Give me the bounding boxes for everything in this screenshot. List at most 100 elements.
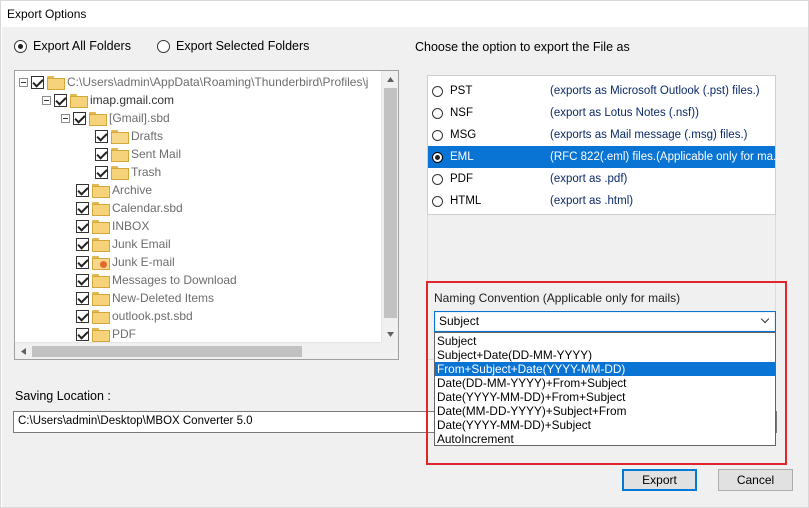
naming-option[interactable]: Date(DD-MM-YYYY)+From+Subject — [435, 376, 775, 390]
horizontal-scroll-thumb[interactable] — [32, 346, 302, 357]
chevron-down-icon[interactable] — [760, 314, 770, 324]
folder-icon — [70, 94, 88, 108]
export-format-list[interactable]: PST (exports as Microsoft Outlook (.pst)… — [427, 75, 783, 215]
tree-item[interactable]: Junk Email — [76, 235, 171, 253]
export-button[interactable]: Export — [622, 469, 697, 491]
format-description: (export as Lotus Notes (.nsf)) — [550, 107, 699, 119]
tree-item[interactable]: Archive — [76, 181, 152, 199]
folder-tree[interactable]: C:\Users\admin\AppData\Roaming\Thunderbi… — [14, 70, 399, 360]
tree-item-label: outlook.pst.sbd — [112, 309, 193, 323]
scroll-left-icon[interactable] — [15, 343, 32, 360]
format-name: EML — [450, 151, 474, 163]
radio-icon — [432, 195, 443, 207]
naming-option-highlighted[interactable]: From+Subject+Date(YYYY-MM-DD) — [435, 362, 775, 376]
tree-item[interactable]: Trash — [95, 163, 161, 181]
naming-option[interactable]: Date(YYYY-MM-DD)+Subject — [435, 418, 775, 432]
folder-icon — [92, 310, 110, 324]
naming-option[interactable]: Subject — [435, 334, 775, 348]
naming-convention-value: Subject — [439, 314, 480, 328]
tree-item-label: Junk Email — [112, 237, 171, 251]
checkbox[interactable] — [95, 129, 108, 143]
naming-option[interactable]: Date(MM-DD-YYYY)+Subject+From — [435, 404, 775, 418]
folder-icon — [92, 328, 110, 342]
radio-icon — [432, 151, 443, 163]
folder-icon — [111, 148, 129, 162]
tree-item[interactable]: New-Deleted Items — [76, 289, 214, 307]
export-selected-folders-radio[interactable]: Export Selected Folders — [157, 39, 309, 53]
checkbox[interactable] — [76, 327, 89, 341]
naming-option[interactable]: AutoIncrement — [435, 432, 775, 446]
tree-item-label: [Gmail].sbd — [109, 111, 170, 125]
format-description: (exports as Mail message (.msg) files.) — [550, 129, 748, 141]
tree-item-label: New-Deleted Items — [112, 291, 215, 305]
collapse-icon[interactable] — [42, 95, 51, 105]
format-name: MSG — [450, 129, 477, 141]
naming-convention-select[interactable]: Subject — [434, 311, 776, 332]
format-option-nsf[interactable]: NSF (export as Lotus Notes (.nsf)) — [428, 102, 775, 124]
tree-item[interactable]: imap.gmail.com — [42, 91, 174, 109]
folder-icon — [92, 274, 110, 288]
checkbox[interactable] — [95, 147, 108, 161]
format-name: PDF — [450, 173, 473, 185]
folder-icon — [92, 292, 110, 306]
radio-icon — [432, 129, 443, 141]
checkbox[interactable] — [76, 255, 89, 269]
checkbox[interactable] — [73, 111, 86, 125]
tree-item[interactable]: Drafts — [95, 127, 163, 145]
tree-item-label: C:\Users\admin\AppData\Roaming\Thunderbi… — [67, 75, 369, 89]
format-option-eml[interactable]: EML (RFC 822(.eml) files.(Applicable onl… — [428, 146, 783, 168]
cancel-button[interactable]: Cancel — [718, 469, 793, 491]
drafts-folder-icon — [111, 130, 129, 144]
export-all-folders-radio[interactable]: Export All Folders — [14, 39, 131, 53]
collapse-icon[interactable] — [61, 113, 70, 123]
format-option-msg[interactable]: MSG (exports as Mail message (.msg) file… — [428, 124, 775, 146]
checkbox[interactable] — [76, 309, 89, 323]
format-option-pst[interactable]: PST (exports as Microsoft Outlook (.pst)… — [428, 80, 775, 102]
tree-item[interactable]: Sent Mail — [95, 145, 181, 163]
naming-option[interactable]: Subject+Date(DD-MM-YYYY) — [435, 348, 775, 362]
tree-item-label: INBOX — [112, 219, 150, 233]
tree-item[interactable]: PDF — [76, 325, 136, 343]
tree-item[interactable]: C:\Users\admin\AppData\Roaming\Thunderbi… — [19, 73, 368, 91]
export-all-folders-label: Export All Folders — [33, 39, 131, 53]
checkbox[interactable] — [76, 291, 89, 305]
scroll-down-icon[interactable] — [382, 326, 399, 343]
format-option-html[interactable]: HTML (export as .html) — [428, 190, 775, 212]
naming-convention-dropdown[interactable]: Subject Subject+Date(DD-MM-YYYY) From+Su… — [434, 332, 776, 446]
scroll-up-icon[interactable] — [382, 71, 399, 88]
folder-icon — [89, 112, 107, 126]
tree-item[interactable]: [Gmail].sbd — [61, 109, 170, 127]
tree-item[interactable]: Messages to Download — [76, 271, 237, 289]
checkbox[interactable] — [95, 165, 108, 179]
tree-item[interactable]: Junk E-mail — [76, 253, 175, 271]
radio-icon — [432, 173, 443, 185]
tree-item[interactable]: outlook.pst.sbd — [76, 307, 193, 325]
tree-vertical-scrollbar[interactable] — [381, 71, 398, 343]
collapse-icon[interactable] — [19, 77, 28, 87]
naming-convention-label: Naming Convention (Applicable only for m… — [434, 291, 681, 305]
checkbox[interactable] — [76, 201, 89, 215]
folder-icon — [111, 166, 129, 180]
tree-item-label: Sent Mail — [131, 147, 182, 161]
folder-icon — [92, 220, 110, 234]
folder-icon — [47, 76, 65, 90]
naming-option[interactable]: Date(YYYY-MM-DD)+From+Subject — [435, 390, 775, 404]
folder-icon — [92, 202, 110, 216]
tree-item[interactable]: Calendar.sbd — [76, 199, 183, 217]
checkbox[interactable] — [76, 183, 89, 197]
checkbox[interactable] — [76, 237, 89, 251]
format-name: PST — [450, 85, 473, 97]
folder-icon — [92, 184, 110, 198]
vertical-scroll-thumb[interactable] — [384, 88, 397, 318]
checkbox[interactable] — [76, 273, 89, 287]
tree-item[interactable]: INBOX — [76, 217, 149, 235]
checkbox[interactable] — [76, 219, 89, 233]
window-title: Export Options — [7, 7, 87, 21]
radio-icon — [432, 107, 443, 119]
checkbox[interactable] — [31, 75, 44, 89]
radio-icon — [157, 39, 170, 53]
format-name: HTML — [450, 195, 482, 207]
format-option-pdf[interactable]: PDF (export as .pdf) — [428, 168, 775, 190]
checkbox[interactable] — [54, 93, 67, 107]
tree-horizontal-scrollbar[interactable] — [15, 342, 398, 359]
